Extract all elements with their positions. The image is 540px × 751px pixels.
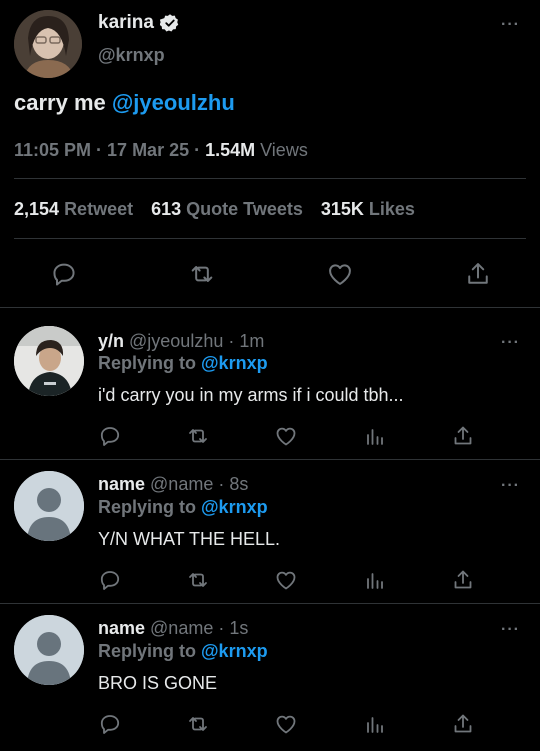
replying-to-mention[interactable]: @krnxp: [201, 353, 268, 373]
reply-text: BRO IS GONE: [98, 673, 218, 693]
retweet-count: 2,154: [14, 199, 60, 219]
more-options-icon[interactable]: ···: [501, 16, 520, 34]
quote-label: Quote Tweets: [186, 199, 303, 219]
reply-header: y/n @jyeoulzhu · 1m: [98, 331, 264, 352]
share-icon[interactable]: [464, 260, 492, 288]
display-name[interactable]: karina: [98, 12, 180, 34]
analytics-icon[interactable]: [363, 424, 387, 448]
more-options-icon[interactable]: ···: [501, 477, 520, 495]
reply-icon[interactable]: [98, 424, 122, 448]
replying-to: Replying to @krnxp: [98, 641, 268, 662]
reply-header: name @name · 8s: [98, 474, 248, 495]
reply-tweet[interactable]: y/n @jyeoulzhu · 1m ··· Replying to @krn…: [0, 308, 540, 460]
retweet-stat[interactable]: 2,154 Retweet: [14, 199, 133, 220]
tweet-text-body: carry me: [14, 90, 112, 115]
timestamp[interactable]: 11:05 PM · 17 Mar 25 ·: [14, 140, 205, 160]
avatar-photo: [14, 326, 84, 396]
avatar[interactable]: [14, 10, 82, 78]
display-name-text: karina: [98, 12, 154, 33]
reply-icon[interactable]: [50, 260, 78, 288]
reply-text: i'd carry you in my arms if i could tbh.…: [98, 385, 404, 405]
replying-to-mention[interactable]: @krnxp: [201, 497, 268, 517]
reply-header: name @name · 1s: [98, 618, 248, 639]
retweet-icon[interactable]: [186, 712, 210, 736]
retweet-label: Retweet: [64, 199, 134, 219]
reply-display-name[interactable]: name: [98, 474, 145, 494]
reply-handle-time: @name · 1s: [145, 618, 249, 638]
share-icon[interactable]: [451, 712, 475, 736]
like-icon[interactable]: [274, 424, 298, 448]
like-icon[interactable]: [326, 260, 354, 288]
replying-to: Replying to @krnxp: [98, 353, 268, 374]
main-tweet: karina @krnxp ··· carry me @jyeoulzhu 11…: [0, 0, 540, 308]
tweet-meta: 11:05 PM · 17 Mar 25 · 1.54M Views: [14, 140, 308, 161]
verified-badge-icon: [159, 13, 180, 33]
reply-icon[interactable]: [98, 712, 122, 736]
share-icon[interactable]: [451, 424, 475, 448]
more-options-icon[interactable]: ···: [501, 621, 520, 639]
views-label: Views: [255, 140, 308, 160]
reply-icon[interactable]: [98, 568, 122, 592]
views-count: 1.54M: [205, 140, 256, 160]
likes-label: Likes: [368, 199, 415, 219]
default-avatar-icon[interactable]: [14, 471, 84, 541]
replying-to-label: Replying to: [98, 497, 201, 517]
reply-tweet[interactable]: name @name · 1s ··· Replying to @krnxp B…: [0, 604, 540, 751]
quote-count: 613: [151, 199, 182, 219]
default-avatar-icon[interactable]: [14, 615, 84, 685]
replying-to-label: Replying to: [98, 641, 201, 661]
reply-display-name[interactable]: name: [98, 618, 145, 638]
reply-handle-time: @jyeoulzhu · 1m: [124, 331, 265, 351]
replying-to: Replying to @krnxp: [98, 497, 268, 518]
quote-stat[interactable]: 613 Quote Tweets: [151, 199, 303, 220]
share-icon[interactable]: [451, 568, 475, 592]
avatar-photo: [14, 10, 82, 78]
replying-to-label: Replying to: [98, 353, 201, 373]
avatar[interactable]: [14, 326, 84, 396]
reply-tweet[interactable]: name @name · 8s ··· Replying to @krnxp Y…: [0, 460, 540, 604]
reply-text: Y/N WHAT THE HELL.: [98, 529, 281, 549]
analytics-icon[interactable]: [363, 568, 387, 592]
likes-count: 315K: [320, 199, 364, 219]
replying-to-mention[interactable]: @krnxp: [201, 641, 268, 661]
tweet-text: carry me @jyeoulzhu: [14, 90, 235, 116]
likes-stat[interactable]: 315K Likes: [321, 199, 415, 220]
divider: [14, 238, 526, 239]
reply-display-name[interactable]: y/n: [98, 331, 124, 351]
tweet-actions: [0, 255, 540, 295]
divider: [14, 178, 526, 179]
like-icon[interactable]: [274, 712, 298, 736]
analytics-icon[interactable]: [363, 712, 387, 736]
mention-link[interactable]: @jyeoulzhu: [112, 90, 235, 115]
like-icon[interactable]: [274, 568, 298, 592]
retweet-icon[interactable]: [186, 568, 210, 592]
engagement-stats: 2,154 Retweet 613 Quote Tweets 315K Like…: [14, 199, 415, 220]
handle[interactable]: @krnxp: [98, 45, 165, 66]
retweet-icon[interactable]: [188, 260, 216, 288]
retweet-icon[interactable]: [186, 424, 210, 448]
more-options-icon[interactable]: ···: [501, 334, 520, 352]
reply-handle-time: @name · 8s: [145, 474, 249, 494]
